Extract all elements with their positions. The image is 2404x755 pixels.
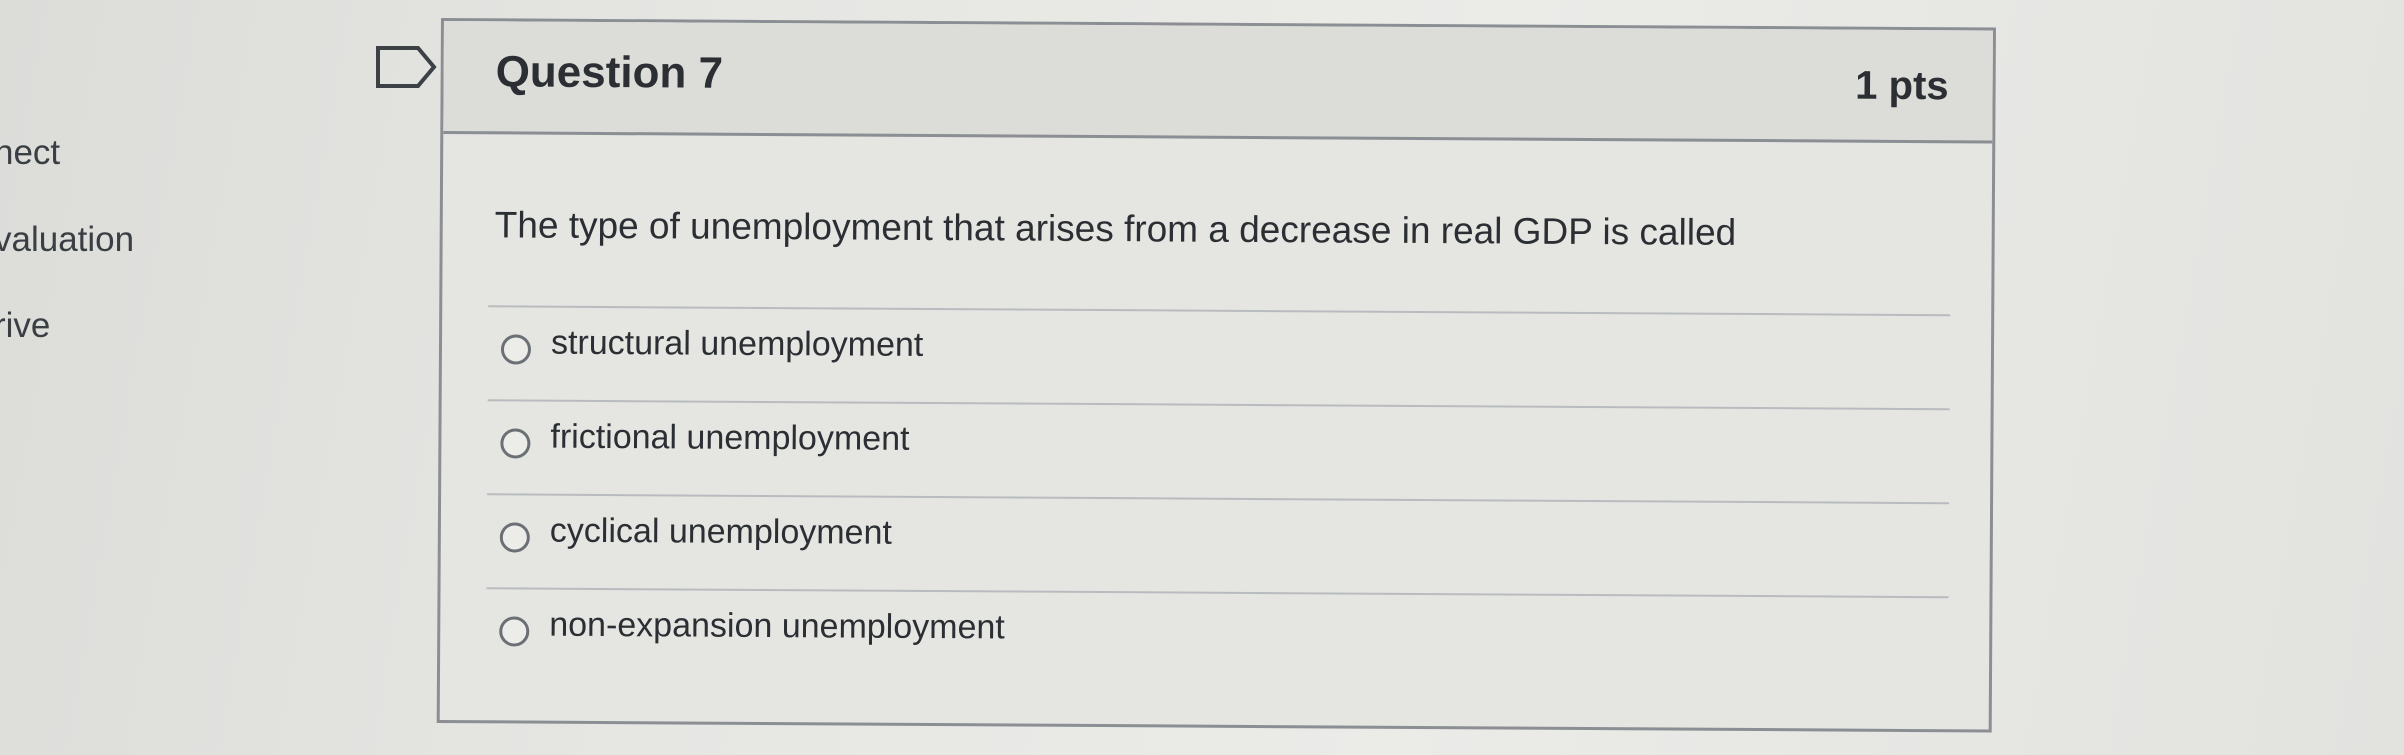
question-title: Question 7 (495, 47, 724, 98)
answer-label[interactable]: frictional unemployment (550, 418, 909, 459)
answer-label[interactable]: non-expansion unemployment (549, 606, 1005, 648)
answer-option-frictional[interactable]: frictional unemployment (487, 399, 1950, 503)
answer-option-cyclical[interactable]: cyclical unemployment (486, 493, 1950, 597)
answer-label[interactable]: structural unemployment (551, 324, 924, 365)
question-card: Question 7 1 pts The type of unemploymen… (436, 18, 1996, 733)
course-navigation-sidebar: nect valuation rive (0, 0, 300, 755)
radio-button-icon[interactable] (500, 334, 532, 365)
question-text: The type of unemployment that arises fro… (494, 204, 1737, 253)
answer-option-non-expansion[interactable]: non-expansion unemployment (485, 587, 1949, 691)
radio-button-icon[interactable] (500, 428, 531, 459)
radio-button-icon[interactable] (499, 616, 530, 647)
radio-button-icon[interactable] (499, 522, 530, 553)
sidebar-item-evaluation[interactable]: valuation (0, 220, 134, 260)
bookmark-flag-icon[interactable] (374, 44, 438, 90)
answer-list: structural unemployment frictional unemp… (485, 305, 1951, 691)
question-points: 1 pts (1855, 63, 1949, 109)
sidebar-item-connect[interactable]: nect (0, 133, 60, 173)
question-header: Question 7 1 pts (443, 21, 1993, 144)
sidebar-item-drive[interactable]: rive (0, 306, 50, 346)
answer-option-structural[interactable]: structural unemployment (487, 305, 1951, 409)
answer-label[interactable]: cyclical unemployment (550, 512, 892, 553)
